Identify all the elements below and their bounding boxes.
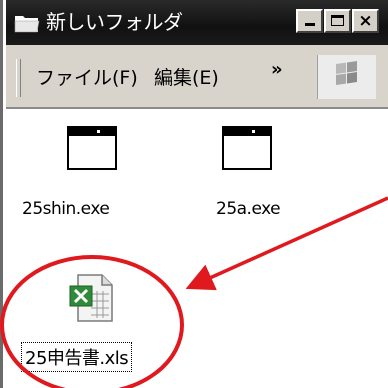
windows-flag-icon [336,61,357,85]
menu-overflow-chevron-icon[interactable]: » [271,59,283,80]
file-name: 25申告書.xls [21,342,133,372]
application-icon [67,126,117,170]
file-name: 25a.exe [216,199,281,219]
file-list-view[interactable]: 25shin.exe 25a.exe 25申告書.xls [6,109,388,388]
close-button[interactable]: × [352,9,379,33]
maximize-button[interactable] [324,9,351,33]
application-icon [222,126,272,170]
explorer-window: 新しいフォルダ × ファイル(F) 編集(E) » 25shin.exe 25a… [0,0,388,388]
minimize-button[interactable] [296,9,323,33]
toolbar-grip[interactable] [16,59,21,97]
minimize-icon [305,23,315,26]
maximize-icon [331,15,344,26]
menu-edit[interactable]: 編集(E) [154,63,219,90]
file-name: 25shin.exe [22,199,110,219]
excel-file-icon [69,274,113,322]
window-title: 新しいフォルダ [46,10,183,34]
folder-icon [14,16,40,33]
close-icon: × [358,11,373,31]
menu-file[interactable]: ファイル(F) [36,63,138,90]
windows-logo [317,55,376,99]
title-bar[interactable]: 新しいフォルダ × [6,0,388,45]
menu-bar: ファイル(F) 編集(E) » [6,45,388,109]
